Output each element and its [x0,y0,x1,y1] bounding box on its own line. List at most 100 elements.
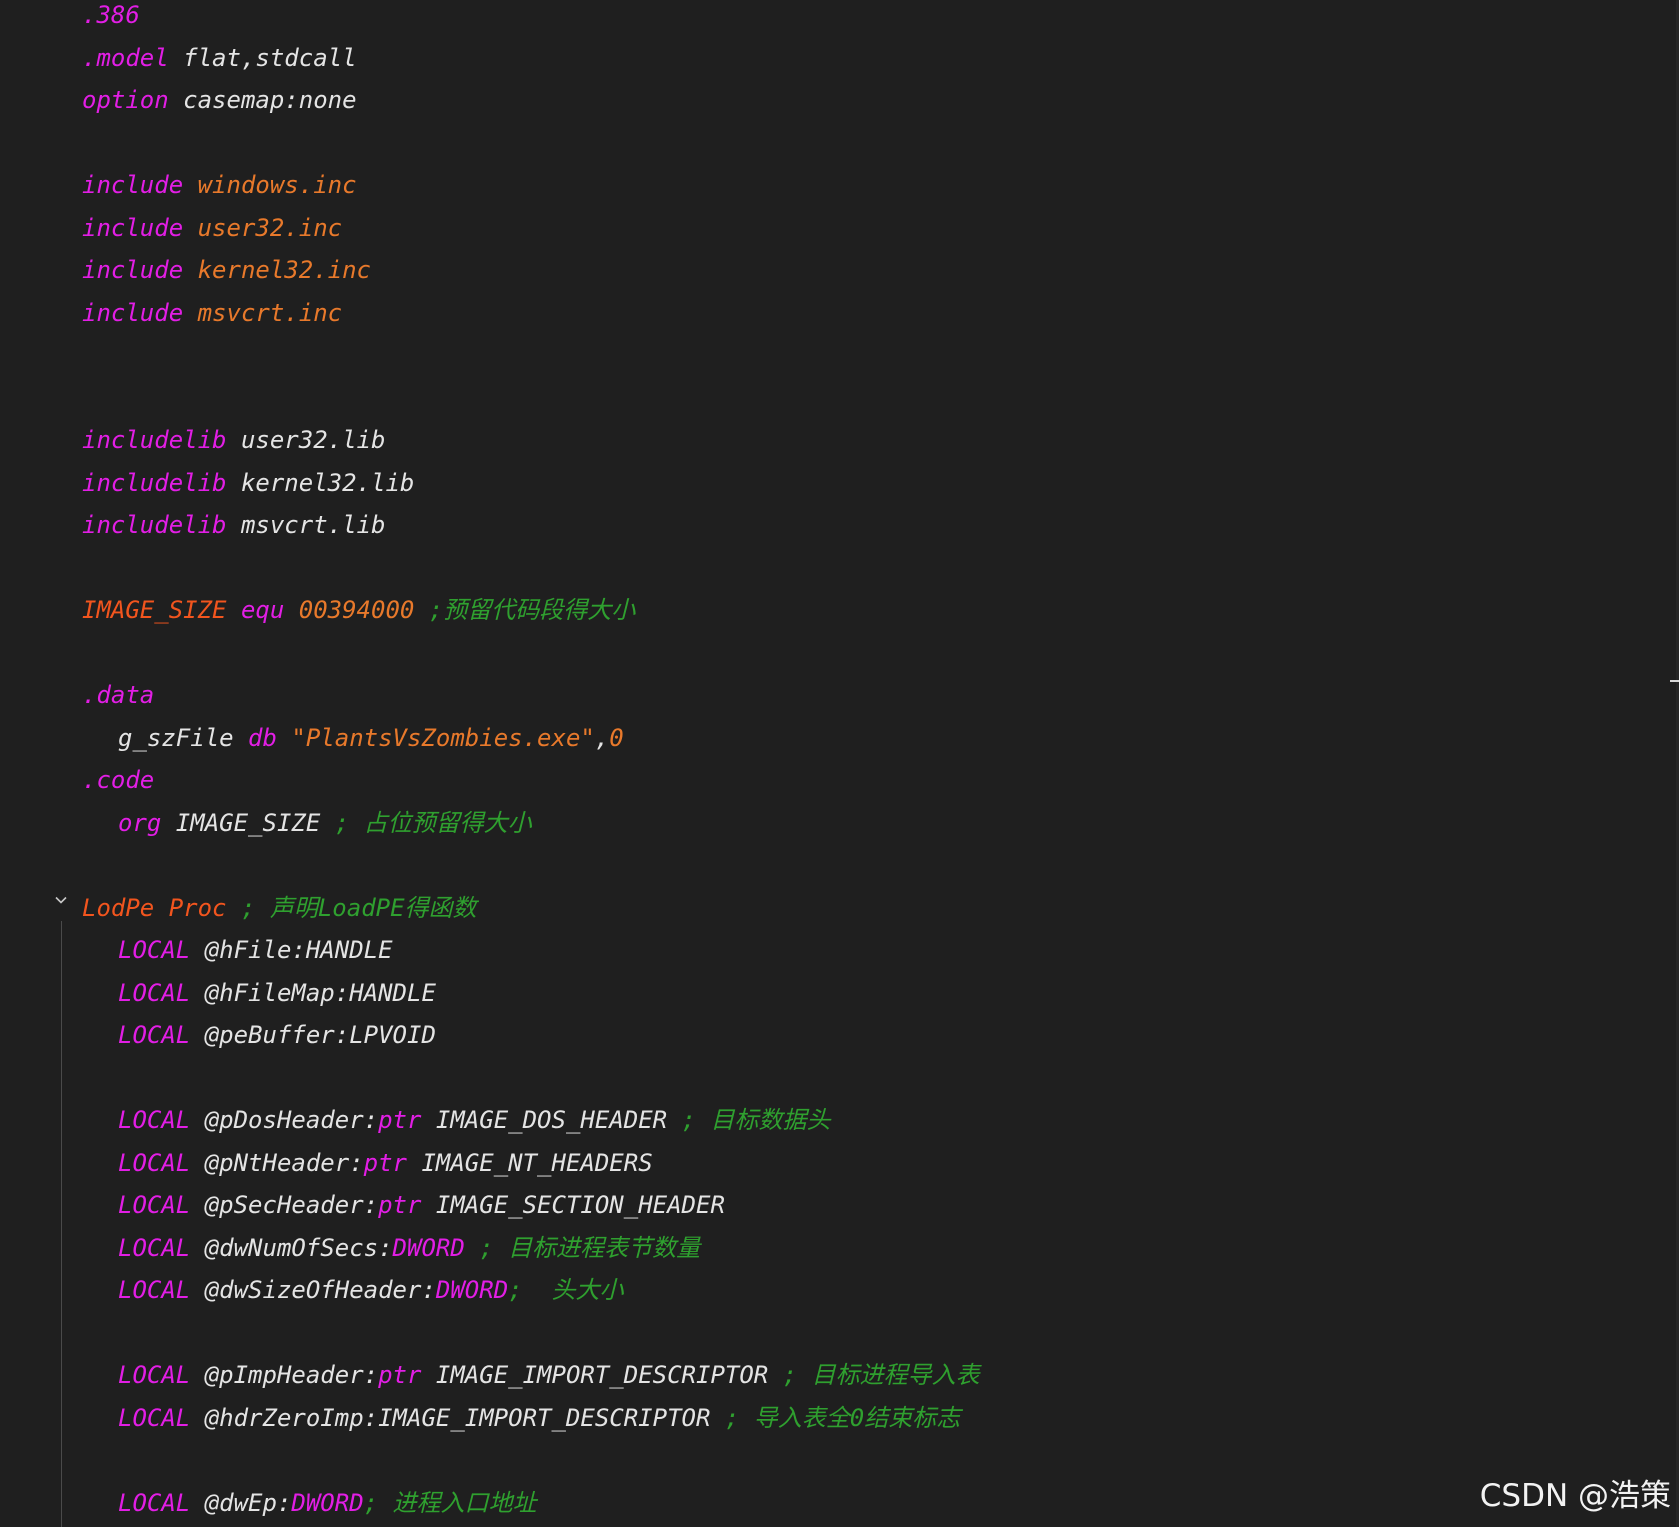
code-token: @hdrZeroImp:IMAGE_IMPORT_DESCRIPTOR [190,1403,711,1432]
code-token: include [82,256,184,284]
code-token: @hFile:HANDLE [190,936,393,964]
code-line[interactable]: include msvcrt.inc [82,292,342,334]
code-line[interactable]: LOCAL @peBuffer:LPVOID [118,1014,436,1056]
code-token: @pNtHeader: [190,1148,364,1177]
code-token: .data [82,681,155,709]
chevron-down-icon[interactable] [53,892,69,908]
code-line[interactable]: LOCAL @dwEp:DWORD; 进程入口地址 [118,1482,537,1524]
code-line[interactable]: LOCAL @pImpHeader:ptr IMAGE_IMPORT_DESCR… [118,1354,980,1396]
code-token: msvcrt.inc [183,298,343,327]
code-line[interactable]: org IMAGE_SIZE ; 占位预留得大小 [118,802,532,844]
code-editor[interactable]: .386 .model flat,stdcall option casemap:no… [0,0,1679,1527]
indent-guide [61,921,62,1527]
code-line[interactable]: LOCAL @hdrZeroImp:IMAGE_IMPORT_DESCRIPTO… [118,1397,960,1439]
code-token: LOCAL [118,1148,191,1177]
code-token: LOCAL [118,1361,191,1389]
code-token: LOCAL [118,1106,191,1134]
code-line[interactable]: LOCAL @pDosHeader:ptr IMAGE_DOS_HEADER ;… [118,1099,830,1141]
code-token: g_szFile [118,723,234,752]
code-line[interactable]: includelib user32.lib [82,419,385,461]
code-token: @pImpHeader: [190,1361,379,1389]
code-line[interactable]: LOCAL @hFile:HANDLE [118,929,393,971]
code-token: @dwSizeOfHeader: [190,1276,436,1304]
code-line[interactable]: IMAGE_SIZE equ 00394000 ;预留代码段得大小 [82,589,635,631]
code-token: user32.inc [183,213,343,242]
code-comment: ; 目标进程表节数量 [464,1233,701,1262]
code-comment: ; 导入表全0结束标志 [710,1403,961,1432]
code-token: db [233,723,277,752]
code-comment: ; 占位预留得大小 [320,808,532,837]
code-token: ptr [363,1148,407,1177]
code-line[interactable]: option casemap:none [82,79,357,121]
code-token: IMAGE_SIZE [161,808,321,837]
code-line[interactable]: LOCAL @pSecHeader:ptr IMAGE_SECTION_HEAD… [118,1184,725,1226]
code-token: LodPe [82,893,155,922]
code-token: LOCAL [118,1021,191,1049]
code-token: org [118,808,162,837]
code-token: include [82,171,184,199]
code-comment: ; 目标进程导入表 [768,1361,980,1389]
code-token: @hFileMap:HANDLE [190,978,436,1007]
code-token: includelib [82,426,227,454]
code-token: msvcrt.lib [226,511,386,539]
code-line[interactable]: include user32.inc [82,207,342,249]
code-token: IMAGE_DOS_HEADER [421,1106,668,1134]
watermark: CSDN @浩策 [1479,1478,1671,1514]
code-token: ptr [378,1106,422,1134]
code-line[interactable]: include kernel32.inc [82,249,371,291]
code-line[interactable]: LOCAL @dwNumOfSecs:DWORD ; 目标进程表节数量 [118,1227,700,1269]
code-token: 00394000 [284,596,415,624]
code-token: Proc [154,893,227,922]
code-token: equ [226,596,285,624]
code-line[interactable]: includelib kernel32.lib [82,462,414,504]
code-token: IMAGE_SECTION_HEADER [421,1191,725,1219]
code-token: windows.inc [183,171,357,199]
code-token: .code [82,766,155,794]
code-token: @pSecHeader: [190,1191,379,1219]
code-token: @pDosHeader: [190,1106,379,1134]
code-comment: ; 头大小 [508,1276,624,1304]
code-token: DWORD [392,1233,465,1262]
code-token: "PlantsVsZombies.exe" [276,723,595,752]
code-token: LOCAL [118,1191,191,1219]
code-line[interactable]: .model flat,stdcall [82,37,357,79]
code-line[interactable]: includelib msvcrt.lib [82,504,385,546]
code-token: 0 [609,723,624,752]
code-token: casemap:none [168,86,357,114]
code-token: includelib [82,511,227,539]
code-line[interactable]: .386 [82,0,140,36]
code-line[interactable]: .code [82,759,154,801]
code-token: LOCAL [118,1403,191,1432]
code-comment: ;预留代码段得大小 [414,596,636,624]
code-line[interactable]: include windows.inc [82,164,357,206]
code-token: @peBuffer:LPVOID [190,1021,436,1049]
code-token: .model [82,43,169,72]
code-token: option [82,86,169,114]
code-token: .386 [82,1,140,29]
code-line[interactable]: LOCAL @hFileMap:HANDLE [118,972,436,1014]
code-token: kernel32.lib [226,468,415,497]
code-token: LOCAL [118,1488,191,1517]
code-token: user32.lib [226,426,386,454]
code-token: flat,stdcall [168,43,357,72]
code-token: LOCAL [118,1233,191,1262]
code-token: DWORD [291,1488,364,1517]
code-token: @dwEp: [190,1488,292,1517]
code-token: ptr [378,1361,422,1389]
code-line[interactable]: g_szFile db "PlantsVsZombies.exe",0 [118,717,624,759]
code-token: kernel32.inc [183,256,371,284]
code-comment: ; 进程入口地址 [363,1488,537,1517]
code-token: , [594,723,610,752]
code-token: includelib [82,468,227,497]
code-line[interactable]: LodPe Proc ; 声明LoadPE得函数 [82,887,477,929]
code-token: include [82,213,184,242]
code-line[interactable]: LOCAL @pNtHeader:ptr IMAGE_NT_HEADERS [118,1142,653,1184]
code-token: DWORD [435,1276,509,1304]
scrollbar-position-marker [1670,680,1679,682]
code-token: @dwNumOfSecs: [190,1233,393,1262]
code-token: IMAGE_IMPORT_DESCRIPTOR [421,1361,769,1389]
code-line[interactable]: LOCAL @dwSizeOfHeader:DWORD; 头大小 [118,1269,624,1311]
code-token: IMAGE_NT_HEADERS [407,1148,653,1177]
code-token: IMAGE_SIZE [82,596,227,624]
code-line[interactable]: .data [82,674,154,716]
